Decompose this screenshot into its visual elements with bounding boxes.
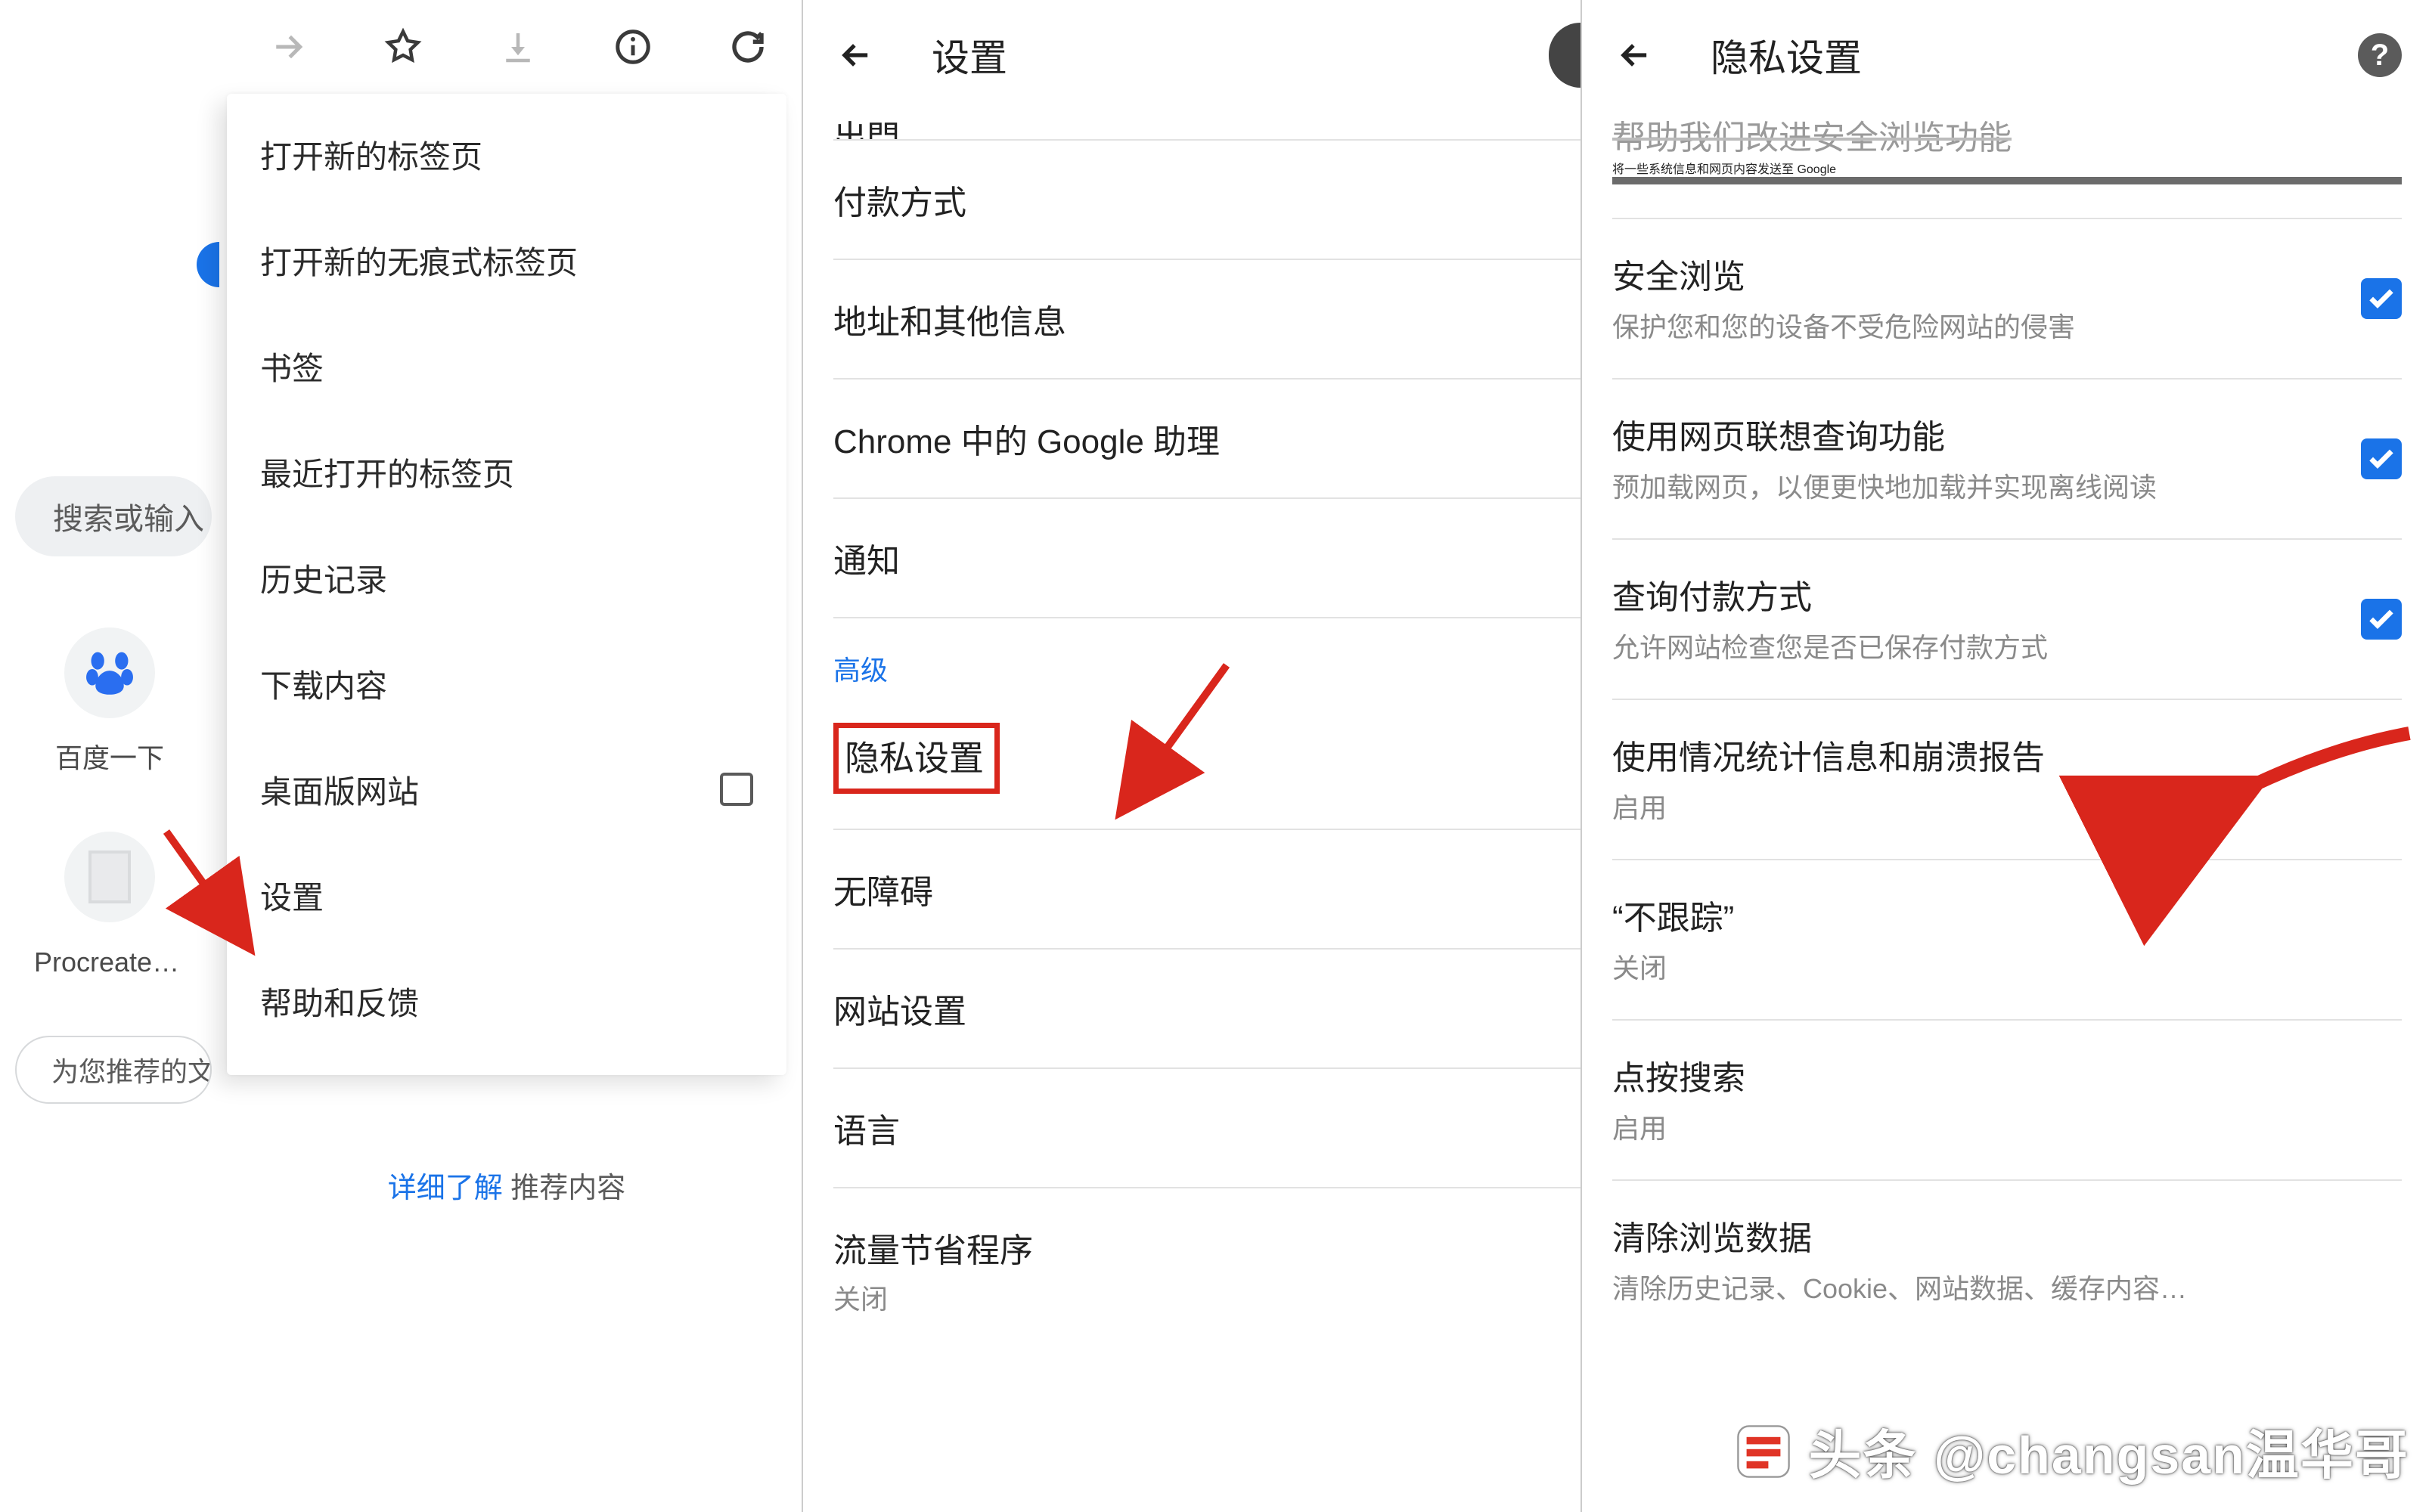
row-touch-search[interactable]: 点按搜索 启用 — [1612, 1021, 2402, 1181]
checkbox-icon[interactable] — [1612, 177, 2402, 184]
settings-row-passwords-cut[interactable]: 出門 — [833, 110, 1580, 141]
shortcut-file[interactable]: Procreate两… — [53, 832, 166, 980]
settings-row-privacy[interactable]: 隐私设置 — [833, 715, 1580, 830]
row-clear-data[interactable]: 清除浏览数据 清除历史记录、Cookie、网站数据、缓存内容… — [1612, 1181, 2402, 1340]
recommended-chip[interactable]: 为您推荐的文 — [15, 1036, 212, 1104]
row-safe-browsing[interactable]: 安全浏览 保护您和您的设备不受危险网站的侵害 — [1612, 219, 2402, 380]
shortcut-label: Procreate两… — [34, 940, 185, 980]
row-usage-stats[interactable]: 使用情况统计信息和崩溃报告 启用 — [1612, 700, 2402, 860]
menu-recent-tabs[interactable]: 最近打开的标签页 — [227, 419, 786, 525]
row-page-predictions[interactable]: 使用网页联想查询功能 预加载网页，以便更快地加载并实现离线阅读 — [1612, 380, 2402, 540]
learn-more-caption: 详细了解 推荐内容 — [227, 1164, 786, 1206]
menu-help[interactable]: 帮助和反馈 — [227, 948, 786, 1054]
shortcut-baidu[interactable]: 百度一下 — [53, 627, 166, 776]
learn-more-link[interactable]: 详细了解 — [388, 1173, 503, 1204]
forward-icon[interactable] — [265, 23, 312, 70]
checkbox-checked-icon[interactable] — [2361, 438, 2402, 479]
toolbar — [219, 0, 786, 94]
settings-row-data-saver[interactable]: 流量节省程序 关闭 — [833, 1188, 1580, 1352]
google-logo-edge — [197, 242, 219, 287]
back-icon[interactable] — [833, 33, 879, 78]
checkbox-icon[interactable] — [720, 773, 753, 806]
menu-new-tab[interactable]: 打开新的标签页 — [227, 101, 786, 207]
menu-bookmarks[interactable]: 书签 — [227, 313, 786, 419]
settings-row-language[interactable]: 语言 — [833, 1069, 1580, 1188]
privacy-highlight-box: 隐私设置 — [833, 723, 1000, 794]
privacy-settings-screenshot: 隐私设置 ? 帮助我们改进安全浏览功能 将一些系统信息和网页内容发送至 Goog… — [1580, 0, 2432, 1512]
ntp-background: 搜索或输入 百度一下 Procreate两… 为您推荐的文 — [0, 0, 219, 1512]
row-do-not-track[interactable]: “不跟踪” 关闭 — [1612, 860, 2402, 1021]
avatar-edge[interactable] — [1549, 23, 1580, 88]
page-title: 设置 — [932, 28, 1007, 82]
menu-desktop-site[interactable]: 桌面版网站 — [227, 736, 786, 842]
settings-row-accessibility[interactable]: 无障碍 — [833, 830, 1580, 950]
info-icon[interactable] — [610, 23, 656, 70]
settings-row-site-settings[interactable]: 网站设置 — [833, 950, 1580, 1069]
download-icon[interactable] — [495, 23, 541, 70]
file-icon — [88, 850, 131, 903]
menu-new-incognito[interactable]: 打开新的无痕式标签页 — [227, 207, 786, 313]
settings-row-assistant[interactable]: Chrome 中的 Google 助理 — [833, 380, 1580, 499]
omnibox[interactable]: 搜索或输入 — [15, 476, 212, 556]
help-icon[interactable]: ? — [2358, 33, 2402, 77]
privacy-header: 隐私设置 ? — [1582, 0, 2432, 110]
checkbox-checked-icon[interactable] — [2361, 278, 2402, 319]
settings-row-addresses[interactable]: 地址和其他信息 — [833, 260, 1580, 380]
section-advanced: 高级 — [833, 618, 1580, 715]
settings-row-payment[interactable]: 付款方式 — [833, 141, 1580, 260]
menu-downloads[interactable]: 下载内容 — [227, 631, 786, 736]
reload-icon[interactable] — [724, 23, 771, 70]
menu-history[interactable]: 历史记录 — [227, 525, 786, 631]
settings-row-notifications[interactable]: 通知 — [833, 499, 1580, 618]
baidu-paw-icon — [82, 646, 137, 700]
row-check-payment[interactable]: 查询付款方式 允许网站检查您是否已保存付款方式 — [1612, 540, 2402, 700]
shortcut-label: 百度一下 — [34, 736, 185, 776]
star-icon[interactable] — [380, 23, 427, 70]
checkbox-checked-icon[interactable] — [2361, 599, 2402, 640]
back-icon[interactable] — [1612, 33, 1658, 78]
menu-settings[interactable]: 设置 — [227, 842, 786, 948]
overflow-menu: 打开新的标签页 打开新的无痕式标签页 书签 最近打开的标签页 历史记录 下载内容… — [227, 94, 786, 1075]
row-help-improve-cut[interactable]: 帮助我们改进安全浏览功能 将一些系统信息和网页内容发送至 Google — [1612, 110, 2402, 219]
chrome-overflow-menu-screenshot: 搜索或输入 百度一下 Procreate两… 为您推荐的文 打开新的标签页 打开… — [0, 0, 802, 1512]
settings-header: 设置 — [803, 0, 1580, 110]
watermark: 头条 @changsan温华哥 — [1733, 1413, 2409, 1489]
toutiao-icon — [1733, 1421, 1794, 1482]
settings-screenshot: 设置 出門 付款方式 地址和其他信息 Chrome 中的 Google 助理 通… — [802, 0, 1580, 1512]
page-title: 隐私设置 — [1711, 28, 1862, 82]
